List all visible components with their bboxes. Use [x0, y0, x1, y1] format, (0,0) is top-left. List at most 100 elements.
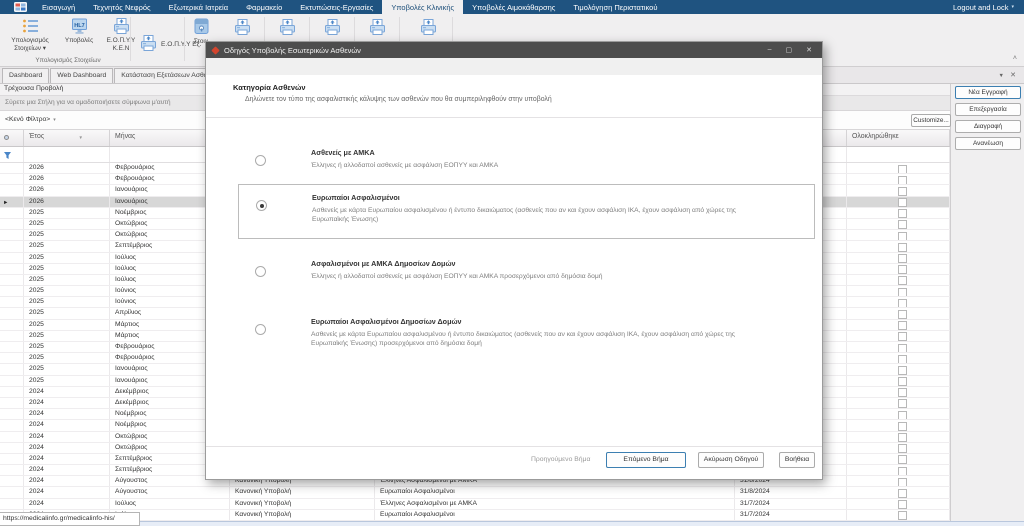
completed-checkbox[interactable]	[898, 511, 907, 520]
table-row[interactable]: 2024ΙούλιοςΚανονική ΥποβολήΕυρωπαίοι Ασφ…	[0, 510, 950, 521]
radio-button[interactable]	[256, 200, 267, 211]
filter-cell[interactable]	[847, 147, 950, 162]
row-indicator[interactable]	[0, 387, 24, 397]
radio-button[interactable]	[255, 155, 266, 166]
wizard-titlebar[interactable]: Οδηγός Υποβολής Εσωτερικών Ασθενών – ▢ ✕	[206, 42, 822, 58]
cell-month[interactable]: Αύγουστος	[110, 487, 230, 497]
cell-year[interactable]: 2025	[24, 253, 110, 263]
cell-completed[interactable]	[847, 420, 950, 430]
cell-completed[interactable]	[847, 465, 950, 475]
completed-checkbox[interactable]	[898, 310, 907, 319]
wizard-option[interactable]: Ευρωπαίοι Ασφαλισμένοι Δημοσίων ΔομώνΑσθ…	[238, 309, 815, 365]
menu-item[interactable]: Εκτυπώσεις-Εργασίες	[291, 0, 382, 14]
cell-submission-type[interactable]: Κανονική Υποβολή	[230, 499, 375, 509]
radio-button[interactable]	[255, 266, 266, 277]
cell-year[interactable]: 2024	[24, 398, 110, 408]
menu-item[interactable]: Τεχνητός Νεφρός	[84, 0, 159, 14]
cell-year[interactable]: 2025	[24, 286, 110, 296]
row-indicator[interactable]: ►	[0, 197, 24, 207]
completed-checkbox[interactable]	[898, 355, 907, 364]
cell-completed[interactable]	[847, 398, 950, 408]
cell-completed[interactable]	[847, 499, 950, 509]
completed-checkbox[interactable]	[898, 176, 907, 185]
table-row[interactable]: 2024ΑύγουστοςΚανονική ΥποβολήΕυρωπαίοι Α…	[0, 487, 950, 498]
cell-completed[interactable]	[847, 331, 950, 341]
row-indicator[interactable]	[0, 208, 24, 218]
completed-checkbox[interactable]	[898, 276, 907, 285]
cell-category[interactable]: Ευρωπαίοι Ασφαλισμένοι	[375, 510, 735, 520]
ribbon-printer-button[interactable]	[273, 18, 301, 42]
ribbon-printer-button[interactable]	[363, 18, 391, 42]
cell-date[interactable]: 31/7/2024	[735, 499, 847, 509]
menu-item[interactable]: Τιμολόγηση Περιστατικού	[564, 0, 666, 14]
cell-category[interactable]: Έλληνες Ασφαλισμένοι με ΑΜΚΑ	[375, 499, 735, 509]
maximize-icon[interactable]: ▢	[786, 46, 793, 54]
cell-completed[interactable]	[847, 443, 950, 453]
row-indicator[interactable]	[0, 353, 24, 363]
cell-completed[interactable]	[847, 253, 950, 263]
completed-checkbox[interactable]	[898, 209, 907, 218]
completed-checkbox[interactable]	[898, 399, 907, 408]
cell-year[interactable]: 2025	[24, 331, 110, 341]
completed-checkbox[interactable]	[898, 388, 907, 397]
cancel-wizard-button[interactable]: Ακύρωση Οδηγού	[698, 452, 764, 468]
cell-completed[interactable]	[847, 487, 950, 497]
cell-completed[interactable]	[847, 409, 950, 419]
completed-checkbox[interactable]	[898, 411, 907, 420]
menu-item[interactable]: Υποβολές Κλινικής	[382, 0, 463, 14]
row-indicator[interactable]	[0, 476, 24, 486]
ribbon-button[interactable]: Υπολογισμός Στοιχείων ▾	[4, 17, 56, 52]
completed-checkbox[interactable]	[898, 433, 907, 442]
ribbon-printer-button[interactable]	[414, 18, 442, 42]
row-indicator[interactable]	[0, 163, 24, 173]
doc-tab[interactable]: Web Dashboard	[50, 68, 113, 83]
action-button[interactable]: Νέα Εγγραφή	[955, 86, 1021, 99]
row-indicator[interactable]	[0, 174, 24, 184]
completed-checkbox[interactable]	[898, 265, 907, 274]
completed-checkbox[interactable]	[898, 232, 907, 241]
row-indicator[interactable]	[0, 409, 24, 419]
previous-step-button[interactable]: Προηγούμενο Βήμα	[531, 456, 590, 463]
cell-completed[interactable]	[847, 353, 950, 363]
menu-item[interactable]: Εισαγωγή	[33, 0, 84, 14]
completed-checkbox[interactable]	[898, 377, 907, 386]
cell-year[interactable]: 2024	[24, 476, 110, 486]
cell-year[interactable]: 2024	[24, 443, 110, 453]
row-indicator[interactable]	[0, 364, 24, 374]
completed-checkbox[interactable]	[898, 165, 907, 174]
cell-completed[interactable]	[847, 174, 950, 184]
row-indicator[interactable]	[0, 398, 24, 408]
cell-completed[interactable]	[847, 308, 950, 318]
completed-checkbox[interactable]	[898, 299, 907, 308]
cell-year[interactable]: 2025	[24, 353, 110, 363]
menu-item[interactable]: Εξωτερικά Ιατρεία	[160, 0, 237, 14]
cell-completed[interactable]	[847, 510, 950, 520]
cell-year[interactable]: 2024	[24, 487, 110, 497]
cell-completed[interactable]	[847, 387, 950, 397]
row-indicator[interactable]	[0, 465, 24, 475]
cell-year[interactable]: 2024	[24, 499, 110, 509]
cell-year[interactable]: 2024	[24, 409, 110, 419]
cell-year[interactable]: 2025	[24, 376, 110, 386]
completed-checkbox[interactable]	[898, 288, 907, 297]
cell-completed[interactable]	[847, 197, 950, 207]
row-indicator[interactable]	[0, 432, 24, 442]
radio-button[interactable]	[255, 324, 266, 335]
cell-year[interactable]: 2025	[24, 230, 110, 240]
cell-completed[interactable]	[847, 476, 950, 486]
help-button[interactable]: Βοήθεια	[779, 452, 815, 468]
cell-year[interactable]: 2024	[24, 454, 110, 464]
action-button[interactable]: Διαγραφή	[955, 120, 1021, 133]
menu-item[interactable]: Φαρμακείο	[237, 0, 291, 14]
cell-year[interactable]: 2025	[24, 264, 110, 274]
ribbon-button[interactable]: HL7Υποβολές	[58, 17, 100, 45]
cell-year[interactable]: 2025	[24, 208, 110, 218]
table-row[interactable]: 2024ΙούλιοςΚανονική ΥποβολήΈλληνες Ασφαλ…	[0, 499, 950, 510]
completed-checkbox[interactable]	[898, 332, 907, 341]
cell-year[interactable]: 2025	[24, 308, 110, 318]
row-indicator[interactable]	[0, 487, 24, 497]
row-indicator[interactable]	[0, 308, 24, 318]
completed-checkbox[interactable]	[898, 321, 907, 330]
cell-year[interactable]: 2026	[24, 185, 110, 195]
cell-completed[interactable]	[847, 264, 950, 274]
